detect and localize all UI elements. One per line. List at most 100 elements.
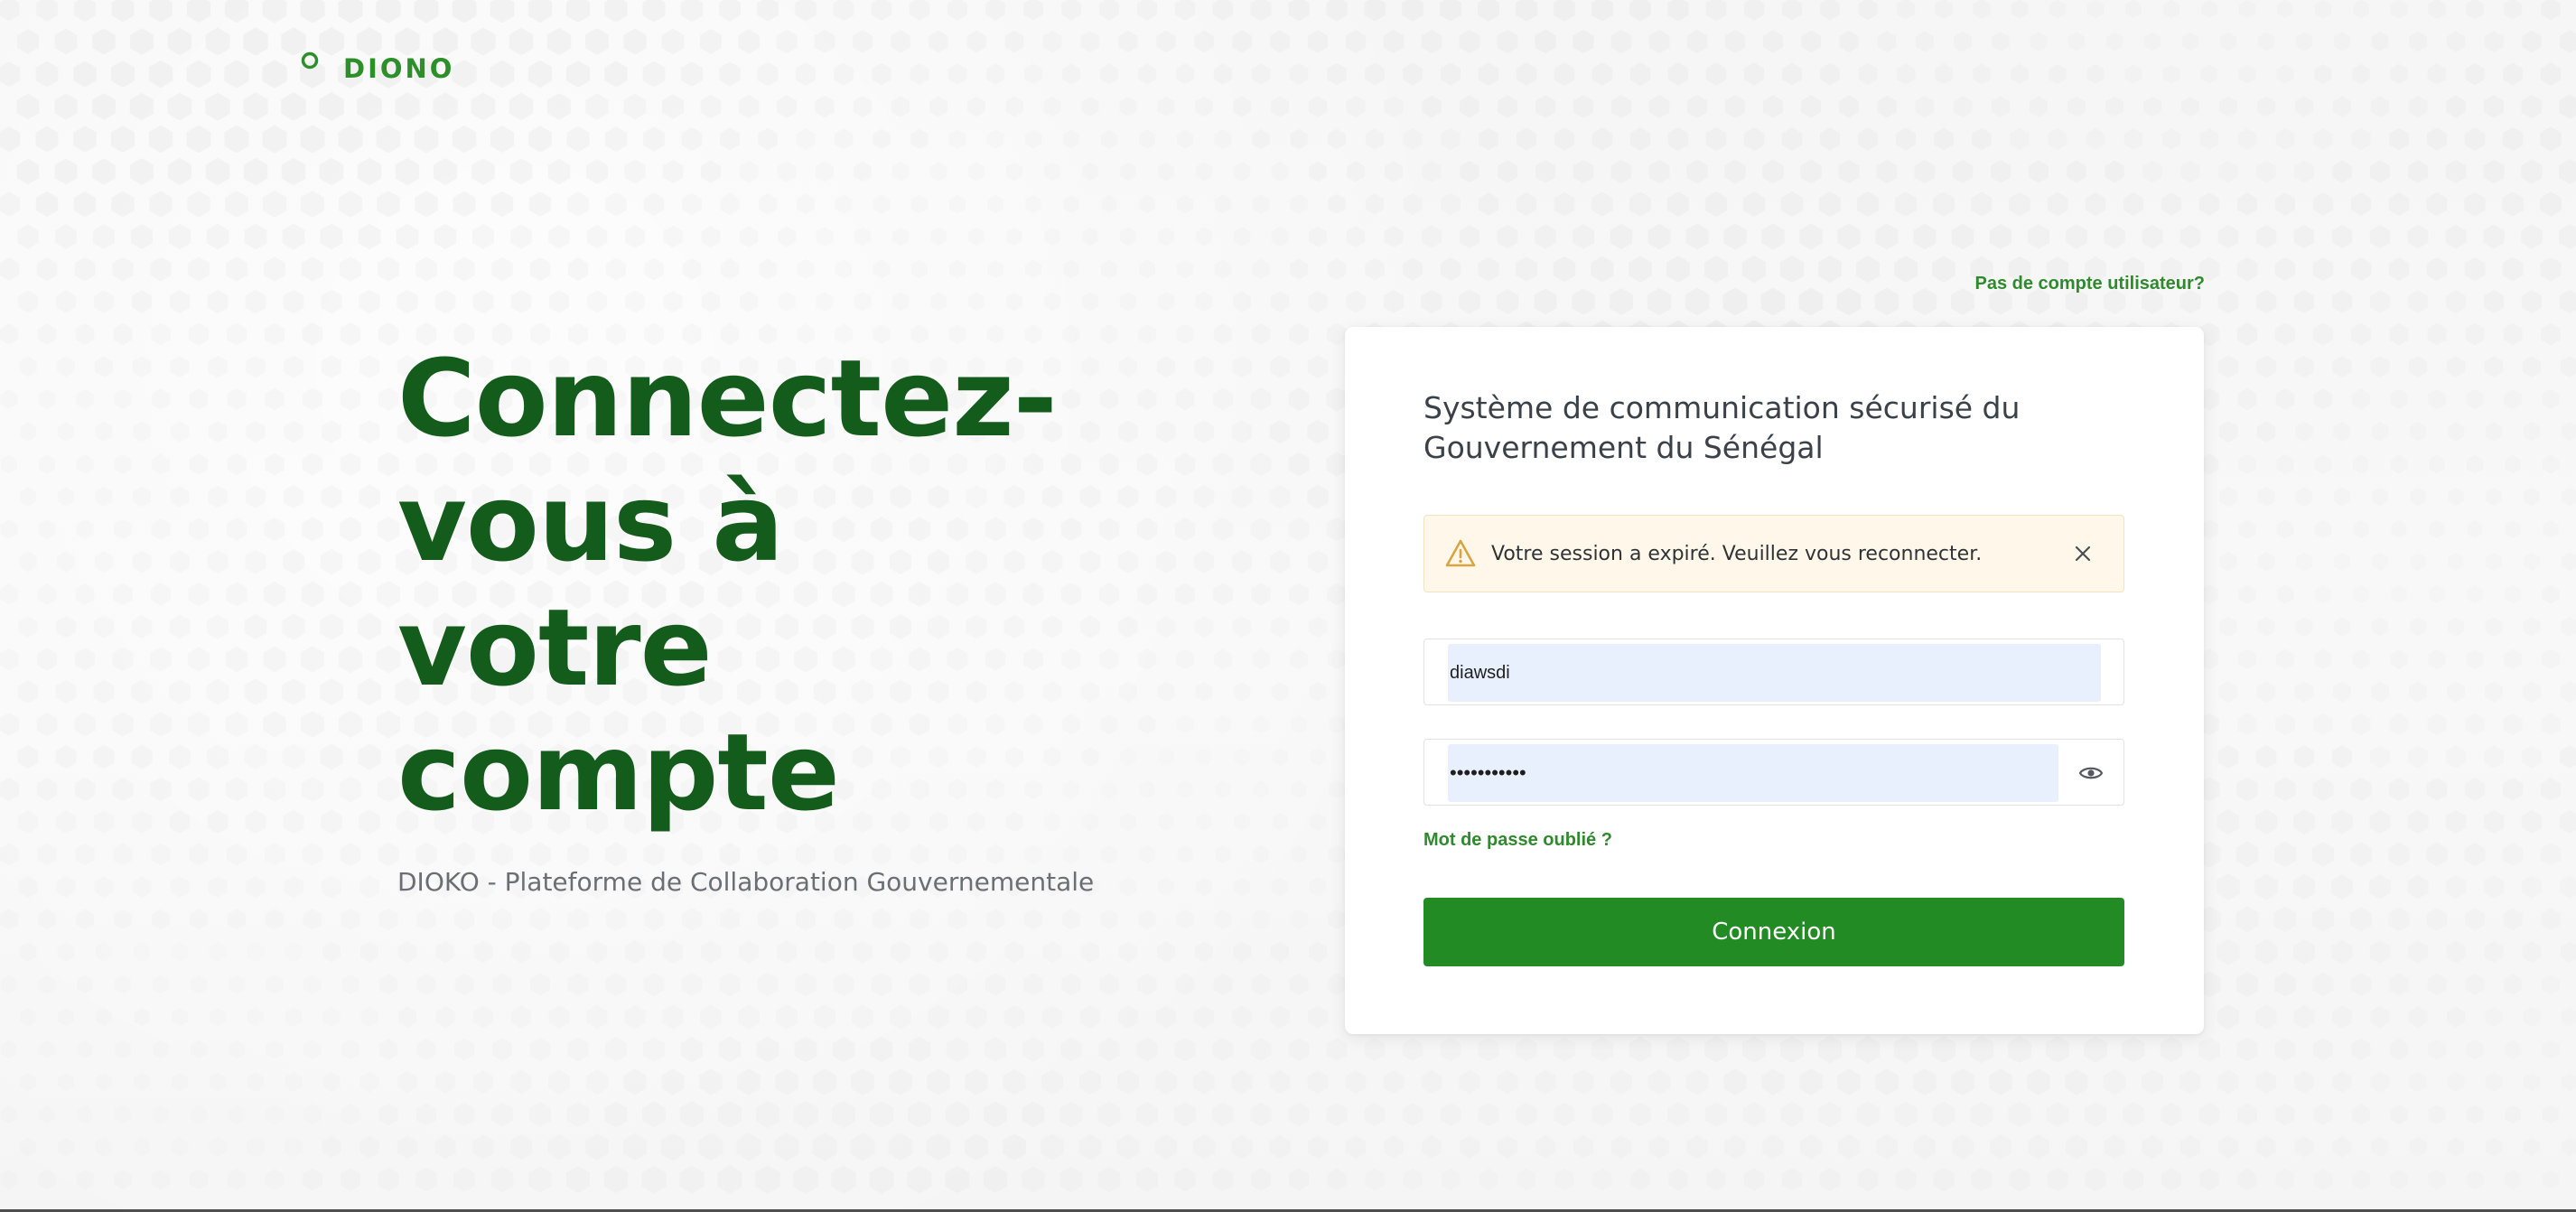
hexagon-tile bbox=[189, 322, 209, 346]
hexagon-tile bbox=[1403, 62, 1423, 86]
hexagon-tile bbox=[1098, 1102, 1120, 1127]
hexagon-tile bbox=[892, 228, 909, 247]
hexagon-tile bbox=[266, 974, 284, 994]
hexagon-tile bbox=[2217, 224, 2239, 249]
hexagon-tile bbox=[1801, 30, 1821, 53]
hexagon-tile bbox=[207, 550, 229, 573]
hexagon-tile bbox=[2313, 1038, 2333, 1060]
hexagon-tile bbox=[1060, 1167, 1083, 1193]
hexagon-tile bbox=[358, 548, 381, 575]
hexagon-tile bbox=[1535, 224, 1556, 249]
login-button[interactable]: Connexion bbox=[1423, 898, 2124, 966]
hexagon-tile bbox=[2123, 1037, 2145, 1063]
hexagon-tile bbox=[57, 552, 75, 573]
hexagon-tile bbox=[1174, 1168, 1195, 1192]
hexagon-tile bbox=[2464, 191, 2486, 217]
hexagon-tile bbox=[2048, 1168, 2068, 1191]
hexagon-tile bbox=[227, 453, 246, 475]
hexagon-tile bbox=[1383, 29, 1405, 54]
hexagon-tile bbox=[340, 517, 361, 542]
hexagon-tile bbox=[473, 1070, 493, 1094]
hexagon-tile bbox=[548, 1069, 570, 1094]
hexagon-tile bbox=[965, 1133, 988, 1161]
hexagon-tile bbox=[2389, 973, 2409, 995]
hexagon-tile bbox=[2294, 1005, 2315, 1029]
hexagon-tile bbox=[624, 1069, 647, 1095]
hexagon-tile bbox=[188, 582, 210, 607]
hexagon-tile bbox=[1686, 159, 1708, 184]
username-input[interactable] bbox=[1448, 644, 2101, 702]
hexagon-tile bbox=[2371, 681, 2389, 702]
forgot-password-link[interactable]: Mot de passe oublié ? bbox=[1423, 830, 1612, 851]
eye-icon[interactable] bbox=[2078, 761, 2104, 785]
hexagon-tile bbox=[417, 974, 436, 995]
hexagon-tile bbox=[2483, 290, 2505, 313]
hexagon-tile bbox=[247, 1137, 265, 1158]
hexagon-tile bbox=[2446, 290, 2466, 313]
hexagon-tile bbox=[662, 94, 684, 119]
hexagon-tile bbox=[529, 256, 551, 282]
hexagon-tile bbox=[1762, 1135, 1783, 1160]
hexagon-tile bbox=[719, 973, 740, 997]
hexagon-tile bbox=[2540, 62, 2562, 86]
hexagon-tile bbox=[2448, 617, 2464, 636]
hexagon-tile bbox=[2332, 96, 2352, 117]
hexagon-tile bbox=[301, 581, 324, 608]
hexagon-tile bbox=[2258, 552, 2274, 571]
password-input[interactable] bbox=[1448, 744, 2058, 802]
hexagon-tile bbox=[2274, 322, 2296, 346]
hexagon-tile bbox=[1212, 0, 1234, 21]
hexagon-tile bbox=[2465, 843, 2486, 866]
hexagon-tile bbox=[1193, 1070, 1214, 1095]
hexagon-tile bbox=[2503, 713, 2522, 735]
hexagon-tile bbox=[1441, 192, 1461, 216]
hexagon-tile bbox=[1914, 159, 1936, 184]
hexagon-tile bbox=[1290, 974, 1309, 995]
signup-link[interactable]: Pas de compte utilisateur? bbox=[1974, 274, 2205, 294]
hexagon-tile bbox=[2483, 159, 2505, 184]
hexagon-tile bbox=[357, 612, 382, 641]
hexagon-tile bbox=[265, 843, 285, 866]
brand-logo[interactable]: DIONO bbox=[300, 51, 454, 87]
hexagon-tile bbox=[263, 191, 286, 218]
hexagon-tile bbox=[1667, 1037, 1690, 1063]
hexagon-tile bbox=[1460, 1070, 1480, 1094]
hexagon-tile bbox=[1233, 941, 1251, 962]
hexagon-tile bbox=[0, 257, 20, 281]
hexagon-tile bbox=[19, 876, 38, 898]
hexagon-tile bbox=[2352, 64, 2370, 85]
hexagon-tile bbox=[1592, 1103, 1613, 1127]
hexagon-tile bbox=[2219, 617, 2236, 637]
hexagon-tile bbox=[1781, 1102, 1803, 1127]
close-icon[interactable] bbox=[2073, 544, 2093, 564]
hexagon-tile bbox=[285, 1072, 302, 1092]
hexagon-tile bbox=[1856, 256, 1880, 283]
hexagon-tile bbox=[1271, 616, 1289, 638]
hexagon-tile bbox=[94, 680, 115, 704]
hexagon-tile bbox=[835, 194, 853, 214]
hexagon-tile bbox=[2123, 128, 2143, 150]
hexagon-tile bbox=[2446, 941, 2466, 964]
hexagon-tile bbox=[797, 194, 815, 215]
hexagon-tile bbox=[1649, 1135, 1669, 1159]
hexagon-tile bbox=[1082, 293, 1098, 312]
hexagon-tile bbox=[2351, 973, 2371, 996]
hexagon-tile bbox=[320, 743, 343, 770]
hexagon-tile bbox=[339, 711, 362, 738]
hexagon-tile bbox=[1934, 1168, 1955, 1192]
hexagon-tile bbox=[1098, 1167, 1121, 1192]
hexagon-tile bbox=[2180, 1135, 2200, 1159]
hexagon-tile bbox=[2353, 585, 2369, 604]
hexagon-tile bbox=[1668, 1169, 1688, 1191]
hexagon-tile bbox=[1308, 1070, 1329, 1094]
hexagon-tile bbox=[699, 1068, 722, 1095]
hexagon-tile bbox=[1953, 96, 1973, 117]
hexagon-tile bbox=[1460, 95, 1479, 118]
hexagon-tile bbox=[92, 93, 116, 120]
hexagon-tile bbox=[281, 92, 306, 121]
hexagon-tile bbox=[2505, 1170, 2521, 1189]
hexagon-tile bbox=[35, 126, 59, 153]
hexagon-tile bbox=[452, 60, 477, 89]
hexagon-tile bbox=[2409, 1072, 2427, 1093]
hexagon-tile bbox=[148, 125, 173, 154]
